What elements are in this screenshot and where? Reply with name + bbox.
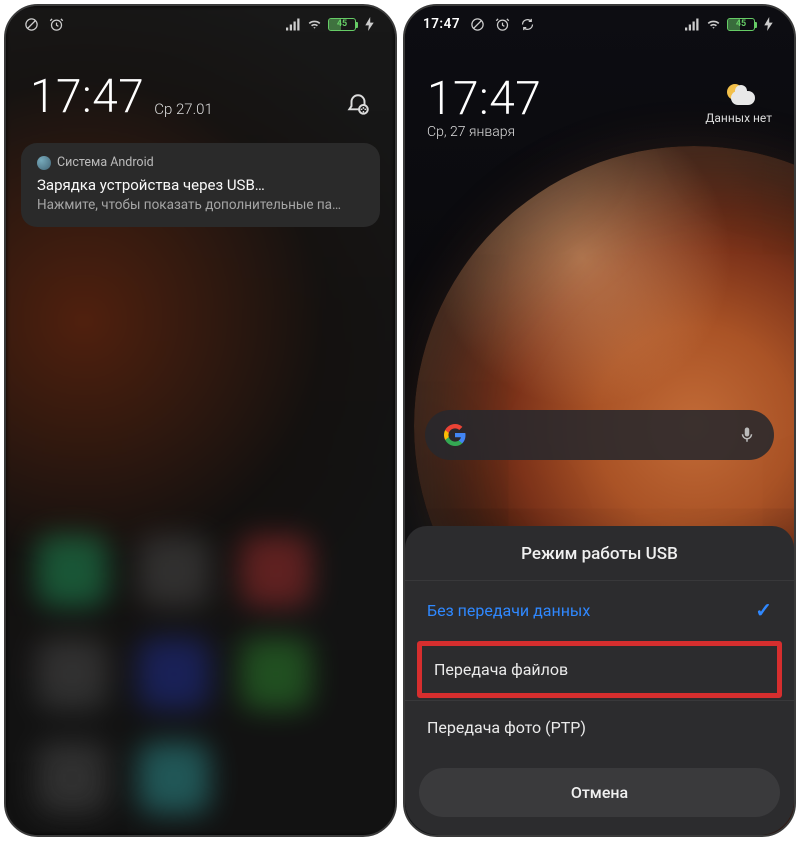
usb-mode-sheet: Режим работы USB Без передачи данных ✓ П… <box>405 526 794 835</box>
signal-icon <box>685 17 700 32</box>
dnd-icon <box>470 17 485 32</box>
lock-date: Ср 27.01 <box>154 100 213 118</box>
home-date: Ср, 27 января <box>427 124 772 140</box>
battery-text: 45 <box>736 19 746 29</box>
usb-option-no-data[interactable]: Без передачи данных ✓ <box>405 580 794 639</box>
alarm-icon <box>49 17 64 32</box>
weather-icon <box>721 84 757 108</box>
battery-text: 45 <box>337 19 347 29</box>
wifi-icon <box>706 17 721 32</box>
status-time: 17:47 <box>423 16 460 32</box>
annotation-highlight-file-transfer: Передача файлов <box>417 641 782 698</box>
wifi-icon <box>307 17 322 32</box>
notification-title: Зарядка устройства через USB… <box>37 176 364 194</box>
home-clock-widget[interactable]: 17:47 Ср, 27 января Данных нет <box>405 42 794 140</box>
battery-icon: 45 <box>328 18 356 31</box>
android-system-icon <box>37 156 51 170</box>
notification-settings-icon[interactable] <box>345 92 371 118</box>
cancel-button[interactable]: Отмена <box>419 768 780 817</box>
battery-icon: 45 <box>727 18 755 31</box>
option-label: Передача файлов <box>434 660 568 679</box>
usb-option-file-transfer[interactable]: Передача файлов <box>422 646 777 693</box>
lock-screen-header: 17:47 Ср 27.01 <box>6 42 395 138</box>
notification-body: Нажмите, чтобы показать дополнительные п… <box>37 197 364 213</box>
dnd-icon <box>24 17 39 32</box>
cancel-label: Отмена <box>571 783 628 802</box>
signal-icon <box>286 17 301 32</box>
annotation-highlight-notification: Система Android Зарядка устройства через… <box>16 138 385 232</box>
alarm-icon <box>495 17 510 32</box>
check-icon: ✓ <box>755 598 772 622</box>
usb-notification[interactable]: Система Android Зарядка устройства через… <box>21 143 380 227</box>
sheet-title: Режим работы USB <box>405 544 794 580</box>
home-icons-blurred <box>6 515 395 835</box>
phone-right: 17:47 45 <box>403 4 796 837</box>
weather-widget[interactable]: Данных нет <box>705 84 772 125</box>
weather-label: Данных нет <box>705 111 772 125</box>
notification-app-name: Система Android <box>57 155 154 170</box>
charging-icon <box>362 17 377 32</box>
option-label: Без передачи данных <box>427 601 590 620</box>
charging-icon <box>761 17 776 32</box>
sync-icon <box>520 17 535 32</box>
google-search-bar[interactable] <box>425 410 774 460</box>
status-bar: 17:47 45 <box>405 6 794 42</box>
phone-left: 45 17:47 Ср 27.01 Система Android Зарядк… <box>4 4 397 837</box>
usb-option-ptp[interactable]: Передача фото (PTP) <box>405 700 794 754</box>
google-logo-icon <box>443 423 467 447</box>
status-bar: 45 <box>6 6 395 42</box>
mic-icon[interactable] <box>738 424 756 446</box>
lock-time: 17:47 <box>30 70 144 124</box>
option-label: Передача фото (PTP) <box>427 718 586 737</box>
